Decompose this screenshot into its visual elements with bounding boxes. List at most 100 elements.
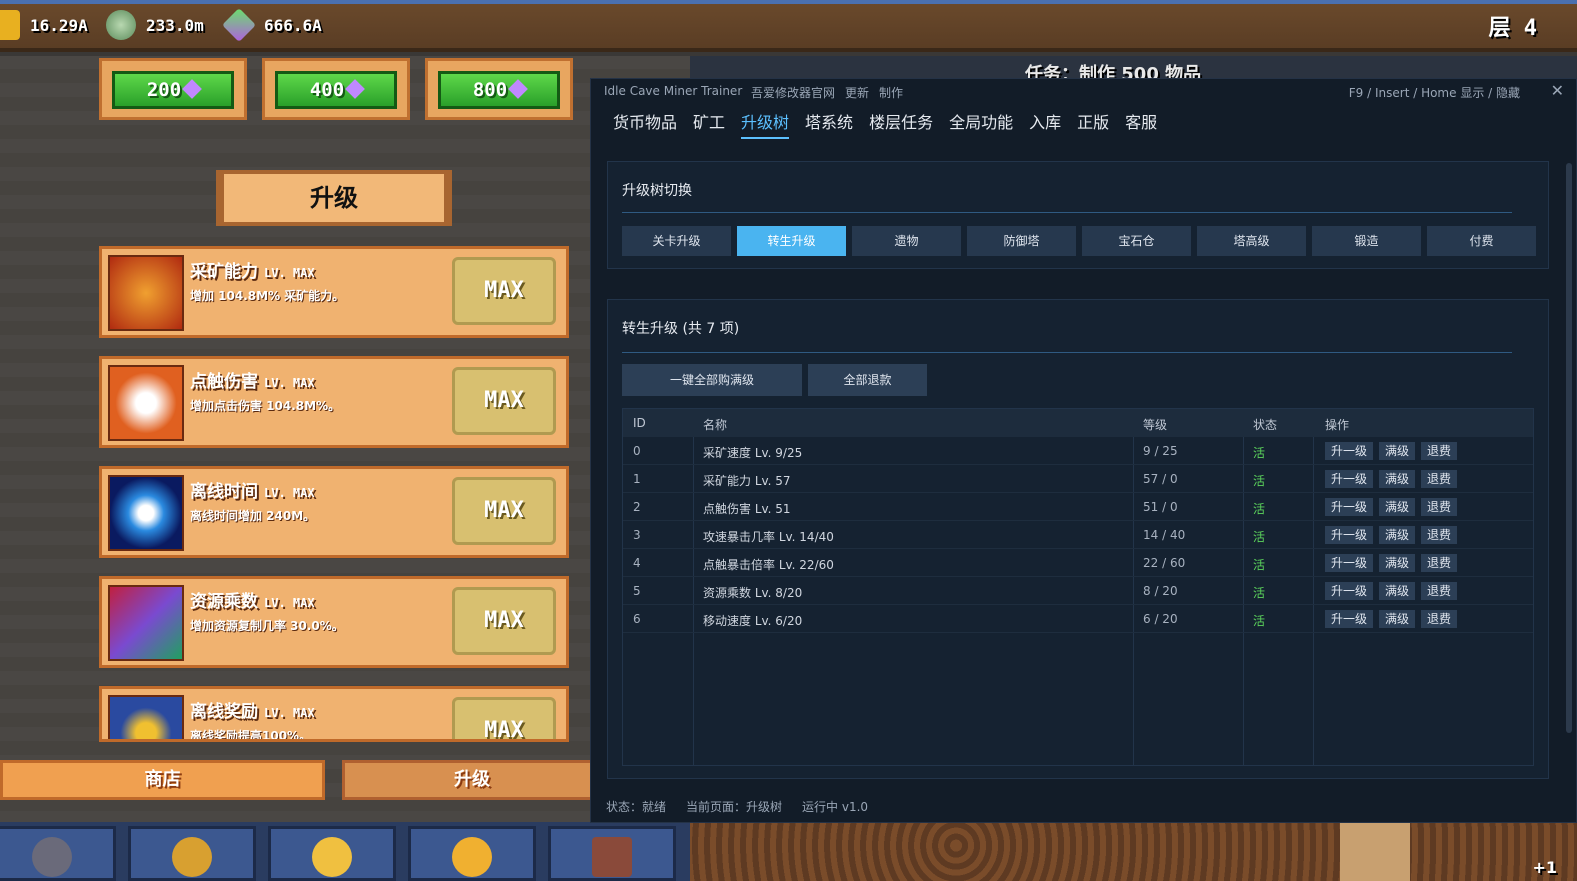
nav-support[interactable]: 客服 (1125, 109, 1157, 139)
level-up-button[interactable]: 升一级 (1325, 470, 1374, 488)
trainer-window: Idle Cave Miner Trainer 吾爱修改器官网 更新 制作 F9… (590, 78, 1577, 823)
row-level: 57 / 0 (1143, 472, 1178, 486)
row-state: 活 (1253, 530, 1266, 544)
buy-800-button[interactable]: 800 (438, 71, 560, 109)
upgrade-max-button[interactable]: MAX (452, 477, 556, 545)
refund-button[interactable]: 退费 (1421, 554, 1458, 572)
refund-all-button[interactable]: 全部退款 (808, 364, 927, 396)
refund-button[interactable]: 退费 (1421, 610, 1458, 628)
dock-upgrade[interactable] (268, 826, 396, 881)
max-level-button[interactable]: 满级 (1379, 498, 1416, 516)
mine-ladder (1340, 822, 1410, 881)
row-id: 2 (633, 500, 641, 514)
link-official-site[interactable]: 吾爱修改器官网 (751, 84, 835, 101)
nav-genuine[interactable]: 正版 (1077, 109, 1109, 139)
refund-button[interactable]: 退费 (1421, 442, 1458, 460)
link-credits[interactable]: 制作 (879, 84, 903, 101)
header-id: ID (633, 416, 646, 430)
buy-200-button[interactable]: 200 (112, 71, 234, 109)
row-ops: 升一级 满级 退费 (1325, 526, 1458, 544)
upgrade-card-tap-damage: 点触伤害 LV. MAX 增加点击伤害 104.8M%。 MAX (99, 356, 569, 448)
row-level: 14 / 40 (1143, 528, 1186, 542)
upgrade-max-button[interactable]: MAX (452, 587, 556, 655)
level-up-button[interactable]: 升一级 (1325, 610, 1374, 628)
tree-tab-relics[interactable]: 遗物 (852, 226, 961, 256)
dock-hammer[interactable] (0, 826, 116, 881)
tree-tab-paid[interactable]: 付费 (1427, 226, 1536, 256)
link-update[interactable]: 更新 (845, 84, 869, 101)
tree-tab-rebirth[interactable]: 转生升级 (737, 226, 846, 256)
row-level: 22 / 60 (1143, 556, 1186, 570)
hand-icon (108, 365, 184, 441)
tree-tab-gem-vault[interactable]: 宝石仓 (1082, 226, 1191, 256)
gem-resource: 666.6A (222, 8, 322, 42)
tree-tab-stage[interactable]: 关卡升级 (622, 226, 731, 256)
upgrade-max-button[interactable]: MAX (452, 257, 556, 325)
level-up-button[interactable]: 升一级 (1325, 526, 1374, 544)
buy-all-max-button[interactable]: 一键全部购满级 (622, 364, 802, 396)
max-level-button[interactable]: 满级 (1379, 554, 1416, 572)
nav-floor-tasks[interactable]: 楼层任务 (869, 109, 933, 139)
gems-icon (108, 585, 184, 661)
refund-button[interactable]: 退费 (1421, 526, 1458, 544)
nav-global-features[interactable]: 全局功能 (949, 109, 1013, 139)
table-row: 5 资源乘数 Lv. 8/20 8 / 20 活 升一级 满级 退费 (623, 577, 1533, 605)
max-level-button[interactable]: 满级 (1379, 442, 1416, 460)
upgrade-desc: 增加 104.8M% 采矿能力。 (190, 289, 345, 303)
tree-tab-tower-advanced[interactable]: 塔高级 (1197, 226, 1306, 256)
upgrade-tab[interactable]: 升级 (342, 760, 602, 800)
panel-title: 转生升级 (共 7 项) (622, 321, 740, 337)
row-state: 活 (1253, 558, 1266, 572)
dock-miner[interactable] (128, 826, 256, 881)
table-row: 6 移动速度 Lv. 6/20 6 / 20 活 升一级 满级 退费 (623, 605, 1533, 633)
refund-button[interactable]: 退费 (1421, 582, 1458, 600)
tree-tab-forge[interactable]: 锻造 (1312, 226, 1421, 256)
nav-upgrade-tree[interactable]: 升级树 (741, 109, 790, 139)
buy-400-button[interactable]: 400 (275, 71, 397, 109)
upgrade-level: LV. MAX (264, 376, 315, 390)
refund-button[interactable]: 退费 (1421, 470, 1458, 488)
level-up-button[interactable]: 升一级 (1325, 582, 1374, 600)
trainer-title: Idle Cave Miner Trainer (604, 84, 743, 98)
max-level-button[interactable]: 满级 (1379, 470, 1416, 488)
table-header: ID 名称 等级 状态 操作 (623, 409, 1533, 437)
row-id: 0 (633, 444, 641, 458)
gold-coin-icon (0, 10, 20, 40)
upgrade-title: 采矿能力 (190, 262, 258, 282)
nav-tower-system[interactable]: 塔系统 (805, 109, 853, 139)
trainer-titlebar: Idle Cave Miner Trainer 吾爱修改器官网 更新 制作 F9… (591, 79, 1576, 105)
tree-switch-panel: 升级树切换 关卡升级 转生升级 遗物 防御塔 宝石仓 塔高级 锻造 付费 (607, 161, 1549, 269)
panel-divider (622, 212, 1512, 213)
dock-sun[interactable] (408, 826, 536, 881)
upgrade-max-button[interactable]: MAX (452, 367, 556, 435)
nav-miners[interactable]: 矿工 (693, 109, 725, 139)
level-up-button[interactable]: 升一级 (1325, 498, 1374, 516)
table-row: 0 采矿速度 Lv. 9/25 9 / 25 活 升一级 满级 退费 (623, 437, 1533, 465)
refund-button[interactable]: 退费 (1421, 498, 1458, 516)
tree-tab-defense-tower[interactable]: 防御塔 (967, 226, 1076, 256)
row-state: 活 (1253, 474, 1266, 488)
shop-tab[interactable]: 商店 (0, 760, 325, 800)
upgrade-max-button[interactable]: MAX (452, 697, 556, 739)
max-level-button[interactable]: 满级 (1379, 582, 1416, 600)
close-icon[interactable]: ✕ (1551, 81, 1564, 100)
upgrade-title: 点触伤害 (190, 372, 258, 392)
upgrade-card-mining-power: 采矿能力 LV. MAX 增加 104.8M% 采矿能力。 MAX (99, 246, 569, 338)
row-level: 9 / 25 (1143, 444, 1178, 458)
upgrade-name: 离线奖励 LV. MAX (190, 697, 315, 722)
nav-currency-items[interactable]: 货币物品 (613, 109, 677, 139)
price-box-3: 800 (425, 58, 573, 120)
max-level-button[interactable]: 满级 (1379, 526, 1416, 544)
row-name: 采矿速度 Lv. 9/25 (703, 446, 803, 460)
row-name: 采矿能力 Lv. 57 (703, 474, 791, 488)
level-up-button[interactable]: 升一级 (1325, 442, 1374, 460)
row-name: 资源乘数 Lv. 8/20 (703, 586, 803, 600)
level-up-button[interactable]: 升一级 (1325, 554, 1374, 572)
dock-shop[interactable] (548, 826, 676, 881)
trainer-scrollbar[interactable] (1566, 163, 1572, 733)
upgrade-desc: 增加资源复制几率 30.0%。 (190, 619, 344, 633)
max-level-button[interactable]: 满级 (1379, 610, 1416, 628)
status-state: 状态：就绪 (606, 800, 667, 814)
nav-storage[interactable]: 入库 (1029, 109, 1061, 139)
sun-icon (452, 837, 492, 877)
